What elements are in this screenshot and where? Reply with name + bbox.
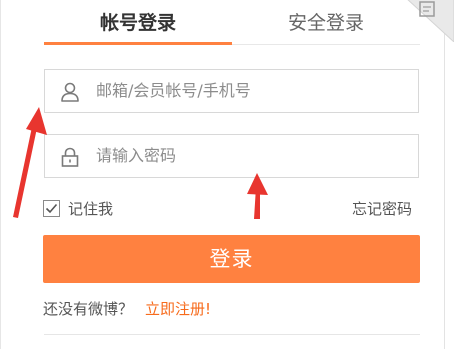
- forgot-password-link[interactable]: 忘记密码: [352, 198, 412, 220]
- lock-icon: [59, 146, 81, 168]
- tab-active-indicator: [44, 42, 232, 45]
- panel-right-border: [444, 0, 445, 349]
- remember-me-label[interactable]: 记住我: [68, 198, 113, 220]
- register-prompt: 还没有微博？: [43, 300, 134, 318]
- password-placeholder: 请输入密码: [96, 146, 177, 165]
- bottom-divider: [44, 334, 420, 335]
- remember-me-checkbox[interactable]: [43, 200, 60, 217]
- checkbox-checked-icon: [43, 200, 60, 217]
- username-placeholder: 邮箱/会员帐号/手机号: [96, 81, 251, 100]
- tab-account-login[interactable]: 帐号登录: [44, 6, 232, 40]
- login-button[interactable]: 登录: [43, 235, 420, 283]
- user-icon: [59, 81, 81, 103]
- register-link[interactable]: 立即注册!: [145, 298, 211, 320]
- login-panel: 帐号登录 安全登录 邮箱/会员帐号/手机号 请输入密码 记住我 忘记密码 登录 …: [0, 0, 454, 349]
- password-input[interactable]: 请输入密码: [44, 134, 419, 178]
- username-input[interactable]: 邮箱/会员帐号/手机号: [44, 69, 419, 113]
- tab-secure-login[interactable]: 安全登录: [232, 6, 420, 40]
- panel-left-border: [0, 0, 1, 349]
